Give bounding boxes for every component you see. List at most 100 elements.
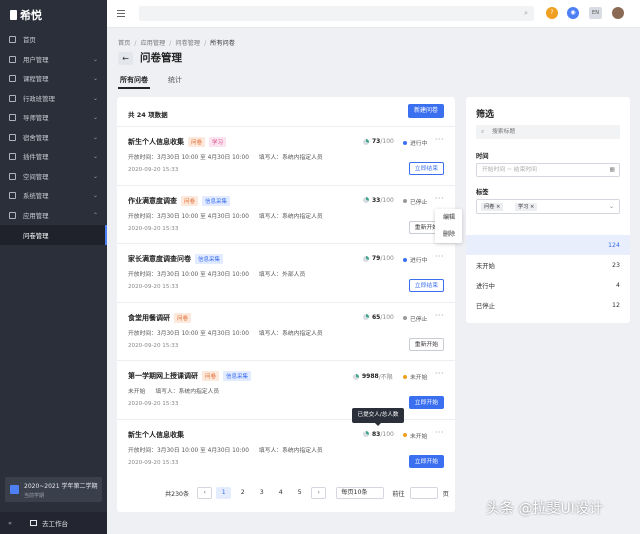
status-dot-icon	[403, 199, 407, 203]
sidebar-item-label: 宿舍管理	[23, 133, 49, 142]
status-badge: 未开始	[403, 431, 427, 440]
item-action-button[interactable]: 立即结束	[408, 162, 444, 175]
tag: 信息采集	[223, 371, 252, 381]
next-page-button[interactable]: ›	[311, 487, 327, 499]
menu-toggle-icon[interactable]	[117, 10, 125, 17]
more-icon[interactable]: ···	[435, 252, 444, 261]
tab-all-questionnaires[interactable]: 所有问卷	[118, 73, 150, 89]
more-icon[interactable]: ···	[435, 369, 444, 378]
status-filter-row[interactable]: 进行中 4	[466, 275, 630, 295]
sidebar-item-questionnaire[interactable]: 问卷管理	[0, 225, 107, 245]
status-dot-icon	[403, 140, 407, 145]
item-title[interactable]: 新生个人信息收集 问卷 学习	[128, 137, 227, 147]
sidebar-item[interactable]: 用户管理 ⌄	[0, 50, 107, 70]
item-meta: 未开始 填写人：系统内指定人员	[128, 386, 219, 395]
submission-count[interactable]: 83/100	[363, 431, 394, 438]
close-icon[interactable]: ×	[496, 204, 500, 210]
item-title-text: 新生个人信息收集	[128, 138, 184, 146]
back-button[interactable]: ←	[118, 52, 133, 65]
term-selector[interactable]: 2020~2021 学年第二学期 当前学期	[5, 477, 102, 502]
submission-count[interactable]: 33/100	[363, 197, 394, 204]
date-range-placeholder: 开始时间 ~ 结束时间	[482, 167, 537, 173]
status-filter-row[interactable]: 已停止 12	[466, 295, 630, 315]
help-icon[interactable]: ?	[546, 7, 558, 19]
created-date: 2020-09-20 15:33	[128, 225, 179, 232]
page-number[interactable]: 1	[216, 487, 232, 499]
page-number[interactable]: 5	[292, 487, 307, 499]
more-icon[interactable]: ···	[435, 194, 444, 203]
sidebar-item-label: 课程管理	[23, 75, 49, 84]
filter-search-input[interactable]	[492, 127, 612, 137]
sidebar-item[interactable]: 课程管理 ⌄	[0, 69, 107, 89]
submission-count[interactable]: 65/100	[363, 314, 394, 321]
avatar[interactable]	[612, 7, 624, 19]
more-icon[interactable]: ···	[435, 135, 444, 144]
menu-item-edit[interactable]: 编辑	[435, 209, 462, 226]
breadcrumb-item[interactable]: 首页	[118, 40, 130, 47]
page-size-select[interactable]: 每页10条	[336, 487, 385, 499]
status-dot-icon	[403, 257, 407, 262]
sidebar-item[interactable]: 行政班管理 ⌄	[0, 89, 107, 109]
notification-icon[interactable]: ◉	[567, 7, 579, 19]
status-label: 未开始	[410, 433, 428, 440]
submission-count[interactable]: 73/100	[363, 138, 394, 145]
status-filter-row[interactable]: 全部124	[466, 235, 630, 255]
calendar-icon	[10, 485, 19, 494]
language-switch[interactable]: EN	[589, 7, 602, 19]
item-action-button[interactable]: 立即结束	[408, 279, 444, 292]
item-title[interactable]: 家长满意度调查问卷 信息采集	[128, 254, 224, 264]
filler-info: 填写人：系统内指定人员	[258, 155, 323, 161]
sidebar-item[interactable]: 首页	[0, 30, 107, 50]
item-action-button[interactable]: 立即开始	[408, 396, 444, 409]
submission-count[interactable]: 79/100	[363, 255, 394, 262]
tag-chip[interactable]: 学习 ×	[515, 203, 538, 211]
close-icon[interactable]: ×	[530, 204, 534, 210]
open-time: 开放时间：3月30日 10:00 至 4月30日 10:00	[128, 272, 249, 278]
workbench-link[interactable]: 去工作台	[42, 518, 68, 528]
submission-count[interactable]: 9988/不限	[353, 372, 393, 381]
sidebar-item[interactable]: 宿舍管理 ⌄	[0, 128, 107, 148]
item-title[interactable]: 食堂用餐调研 问卷	[128, 312, 192, 323]
status-filter-label: 进行中	[476, 282, 495, 290]
page-number[interactable]: 4	[273, 487, 288, 499]
item-action-button[interactable]: 立即开始	[408, 454, 444, 468]
item-title[interactable]: 作业满意度调查 问卷 信息采集	[128, 195, 231, 206]
status-label: 已停止	[410, 316, 428, 323]
tag-select[interactable]: 问卷 × 学习 × ⌄	[476, 199, 620, 214]
goto-page-input[interactable]	[409, 487, 438, 499]
more-icon[interactable]: ···	[435, 311, 444, 320]
chevron-down-icon: ⌄	[92, 75, 98, 82]
status-badge: 未开始	[403, 372, 427, 381]
search-icon: ⌕	[481, 128, 485, 135]
more-icon[interactable]: ···	[435, 428, 444, 437]
date-range-picker[interactable]: 开始时间 ~ 结束时间 ▦	[476, 163, 620, 177]
tag-chip[interactable]: 问卷 ×	[481, 203, 504, 211]
status-label: 进行中	[410, 258, 428, 264]
global-search-input[interactable]: ⌕	[139, 6, 534, 21]
collapse-icon[interactable]: «	[8, 519, 12, 527]
count-value: 65	[372, 313, 381, 321]
page-number[interactable]: 3	[254, 487, 269, 499]
tab-statistics[interactable]: 统计	[166, 73, 184, 89]
item-title[interactable]: 新生个人信息收集	[128, 430, 184, 440]
breadcrumb-item[interactable]: 问卷管理	[175, 40, 200, 47]
course-icon	[9, 75, 16, 83]
breadcrumb-item[interactable]: 应用管理	[140, 40, 165, 47]
app-logo[interactable]: 希悦	[0, 0, 107, 30]
item-action-button[interactable]: 重新开始	[408, 337, 444, 351]
status-filter-row[interactable]: 未开始 23	[466, 255, 630, 275]
item-meta: 开放时间：3月30日 10:00 至 4月30日 10:00 填写人：系统内指定人…	[128, 152, 323, 161]
sidebar-item[interactable]: 空间管理 ⌄	[0, 167, 107, 187]
sidebar-item[interactable]: 系统管理 ⌄	[0, 186, 107, 206]
tag-label: 标签	[476, 189, 489, 196]
sidebar-item[interactable]: 应用管理 ⌃	[0, 206, 107, 226]
new-questionnaire-button[interactable]: 新建问卷	[408, 104, 444, 118]
sidebar-item[interactable]: 导师管理 ⌄	[0, 108, 107, 128]
item-title[interactable]: 第一学期网上授课调研 问卷 信息采集	[128, 371, 252, 381]
menu-item-delete[interactable]: 删除	[435, 226, 462, 243]
page-number[interactable]: 2	[235, 487, 250, 499]
prev-page-button[interactable]: ‹	[197, 487, 213, 499]
home-icon	[9, 36, 16, 44]
sidebar-item[interactable]: 插件管理 ⌄	[0, 147, 107, 167]
status-label: 进行中	[410, 141, 428, 147]
